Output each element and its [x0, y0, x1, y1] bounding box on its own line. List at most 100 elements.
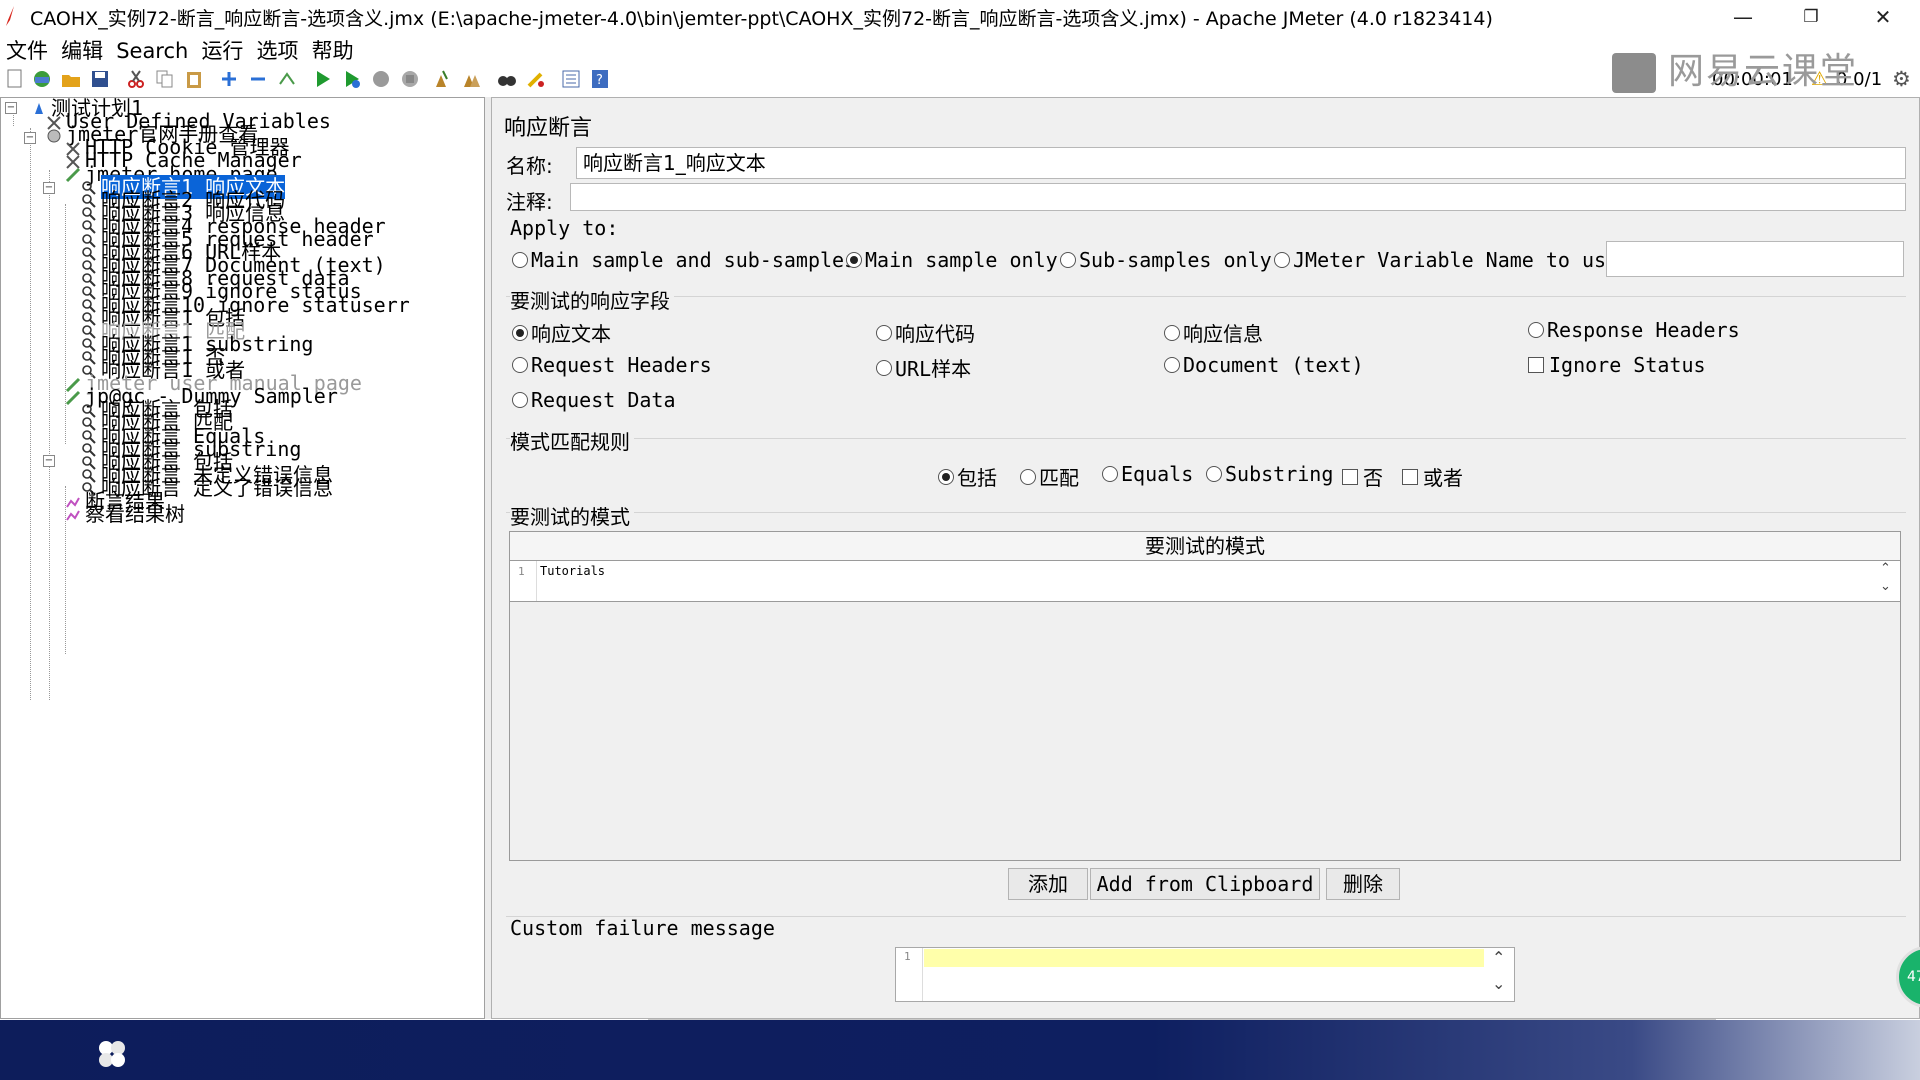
collapse-all-icon[interactable]: [248, 69, 268, 89]
search-icon[interactable]: [497, 69, 517, 89]
start-icon[interactable]: [313, 69, 333, 89]
taskbar-app-icon[interactable]: [96, 1038, 128, 1070]
apply-main-only-radio[interactable]: Main sample only: [846, 248, 1058, 272]
radio-dot: [1528, 322, 1544, 338]
pattern-value[interactable]: Tutorials: [540, 564, 605, 578]
menu-file[interactable]: 文件: [6, 33, 48, 65]
expander-jmeter-home-page[interactable]: −: [43, 182, 55, 194]
panel-title: 响应断言: [504, 116, 593, 141]
watermark-text: 网易云课堂: [1668, 51, 1859, 92]
watermark: 网易云课堂: [1612, 42, 1858, 94]
expand-all-icon[interactable]: [219, 69, 239, 89]
start-no-pauses-icon[interactable]: [342, 69, 362, 89]
save-icon[interactable]: [90, 69, 110, 89]
radio-dot: [1102, 466, 1118, 482]
expander-thread-group[interactable]: −: [24, 132, 36, 144]
tree-item[interactable]: 察看结果树: [65, 504, 185, 524]
minimize-button[interactable]: —: [1716, 0, 1770, 33]
expander-dummy-sampler[interactable]: −: [43, 455, 55, 467]
title-bar: CAOHX_实例72-断言_响应断言-选项含义.jmx (E:\apache-j…: [0, 0, 1920, 33]
menu-edit[interactable]: 编辑: [61, 33, 103, 65]
listener-icon: [66, 510, 80, 521]
field-request-data-radio[interactable]: Request Data: [512, 388, 676, 412]
delete-button[interactable]: 删除: [1326, 868, 1400, 900]
templates-icon[interactable]: [32, 69, 52, 89]
clear-icon[interactable]: [433, 69, 453, 89]
clear-all-icon[interactable]: [462, 69, 482, 89]
new-icon[interactable]: [5, 69, 25, 89]
pattern-scroll-down-icon[interactable]: ⌄: [1880, 579, 1891, 594]
patterns-column-header[interactable]: 要测试的模式: [510, 532, 1900, 561]
radio-dot: [512, 252, 528, 268]
shutdown-icon[interactable]: [400, 69, 420, 89]
patterns-title: 要测试的模式: [510, 501, 634, 530]
cut-icon[interactable]: [126, 69, 146, 89]
close-button[interactable]: ✕: [1856, 0, 1910, 33]
field-response-headers-radio[interactable]: Response Headers: [1528, 318, 1740, 342]
radio-dot: [512, 392, 528, 408]
field-to-test-title: 要测试的响应字段: [510, 285, 674, 314]
field-response-text-radio[interactable]: 响应文本: [512, 318, 611, 347]
failure-scroll-down-icon[interactable]: ⌄: [1492, 974, 1505, 993]
jmeter-feather-icon: [6, 6, 14, 26]
thread-group-icon: [47, 129, 61, 143]
menu-options[interactable]: 选项: [257, 33, 299, 65]
rule-substring-radio[interactable]: Substring: [1206, 462, 1333, 486]
radio-dot-checked: [512, 324, 528, 341]
name-field[interactable]: 响应断言1_响应文本: [576, 147, 1906, 179]
rule-not-checkbox[interactable]: 否: [1342, 462, 1383, 491]
test-plan-tree: − − − − 测试计划1 User Defined Variables jmete…: [0, 97, 485, 1019]
field-response-code-radio[interactable]: 响应代码: [876, 318, 975, 347]
add-from-clipboard-button[interactable]: Add from Clipboard: [1090, 868, 1320, 900]
pattern-rules-title: 模式匹配规则: [510, 426, 634, 455]
menu-run[interactable]: 运行: [201, 33, 243, 65]
expander-test-plan[interactable]: −: [5, 102, 17, 114]
menu-help[interactable]: 帮助: [312, 33, 354, 65]
failure-message-title: Custom failure message: [510, 916, 775, 940]
field-url-sample-radio[interactable]: URL样本: [876, 353, 971, 382]
rule-equals-radio[interactable]: Equals: [1102, 462, 1193, 486]
help-icon[interactable]: ?: [590, 69, 610, 89]
rule-contains-radio[interactable]: 包括: [938, 462, 997, 491]
field-request-headers-radio[interactable]: Request Headers: [512, 353, 712, 377]
gear-icon[interactable]: ⚙: [1892, 67, 1911, 91]
failure-current-line[interactable]: [924, 949, 1484, 967]
failure-line-number: 1: [904, 950, 911, 963]
stop-icon[interactable]: [371, 69, 391, 89]
apply-main-and-sub-radio[interactable]: Main sample and sub-samples: [512, 248, 856, 272]
radio-dot: [1274, 252, 1290, 268]
function-helper-icon[interactable]: [561, 69, 581, 89]
menu-search[interactable]: Search: [116, 37, 188, 63]
apply-sub-only-radio[interactable]: Sub-samples only: [1060, 248, 1272, 272]
pattern-scroll-up-icon[interactable]: ⌃: [1880, 561, 1891, 576]
copy-icon[interactable]: [155, 69, 175, 89]
pattern-row[interactable]: 1 Tutorials ⌃ ⌄: [510, 561, 1900, 602]
rule-or-checkbox[interactable]: 或者: [1402, 462, 1463, 491]
radio-dot: [1206, 466, 1222, 482]
field-document-text-radio[interactable]: Document (text): [1164, 353, 1364, 377]
paste-icon[interactable]: [184, 69, 204, 89]
rule-matches-radio[interactable]: 匹配: [1020, 462, 1079, 491]
add-button[interactable]: 添加: [1008, 868, 1088, 900]
toggle-icon[interactable]: [277, 69, 297, 89]
radio-dot: [512, 357, 528, 373]
open-icon[interactable]: [61, 69, 81, 89]
failure-scroll-up-icon[interactable]: ⌃: [1492, 948, 1505, 967]
test-plan-icon: [35, 102, 43, 114]
field-response-message-radio[interactable]: 响应信息: [1164, 318, 1263, 347]
field-ignore-status-checkbox[interactable]: Ignore Status: [1528, 353, 1706, 377]
radio-dot: [876, 359, 892, 376]
restore-button[interactable]: ❐: [1784, 0, 1838, 33]
jmeter-variable-field[interactable]: [1606, 241, 1904, 277]
checkbox-box: [1342, 468, 1358, 485]
reset-search-icon[interactable]: [526, 69, 546, 89]
radio-dot: [876, 324, 892, 341]
radio-dot: [1060, 252, 1076, 268]
watermark-logo-icon: [1612, 53, 1656, 93]
radio-dot-checked: [846, 252, 862, 268]
comment-field[interactable]: [570, 183, 1906, 211]
apply-jmeter-variable-radio[interactable]: JMeter Variable Name to use: [1274, 248, 1618, 272]
failure-message-editor[interactable]: 1 ⌃ ⌄: [895, 947, 1515, 1002]
taskbar: [0, 1020, 1920, 1080]
response-assertion-panel: 响应断言 名称: 响应断言1_响应文本 注释: Apply to: Main s…: [491, 97, 1920, 1019]
